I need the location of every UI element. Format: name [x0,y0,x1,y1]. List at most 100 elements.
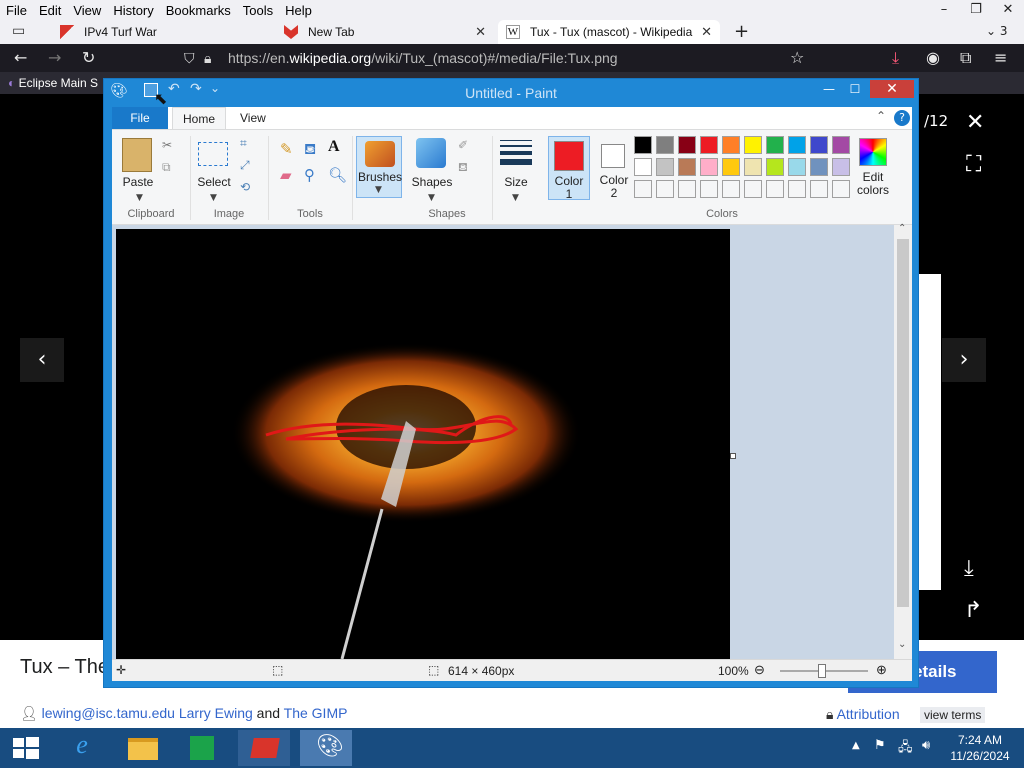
file-explorer-icon[interactable] [116,730,168,766]
menu-edit[interactable]: Edit [33,3,67,18]
menu-tools[interactable]: Tools [237,3,279,18]
magnifier-icon[interactable]: 🔍︎ [328,166,347,184]
lock-icon[interactable]: 🔒︎ [204,46,211,70]
palette-custom-slot[interactable] [810,180,828,198]
tab-new-tab[interactable]: New Tab ✕ [276,20,494,44]
palette-custom-slot[interactable] [722,180,740,198]
palette-swatch[interactable] [788,136,806,154]
menu-help[interactable]: Help [279,3,318,18]
scroll-down-icon[interactable]: ⌄ [898,639,906,650]
palette-custom-slot[interactable] [788,180,806,198]
brushes-button[interactable]: Brushes ▼ [356,136,402,198]
close-window-button[interactable]: ✕ [992,0,1024,20]
clock[interactable]: 7:24 AM 11/26/2024 [940,732,1020,764]
tab-list-button[interactable]: ⌄ 3 [986,24,1008,38]
previous-image-button[interactable]: ‹ [20,338,64,382]
show-hidden-icons[interactable]: ▲ [852,740,860,751]
palette-swatch[interactable] [832,136,850,154]
color-picker-icon[interactable]: ⚲ [304,166,315,184]
bookmark-star-icon[interactable]: ☆ [790,48,804,68]
color2-button[interactable]: Color 2 [594,136,636,200]
share-icon[interactable]: ↱ [964,598,982,623]
outline-icon[interactable]: ✐ [458,138,468,152]
palette-custom-slot[interactable] [700,180,718,198]
app-menu-icon[interactable]: ≡ [994,48,1007,68]
palette-custom-slot[interactable] [656,180,674,198]
store-icon[interactable] [176,730,228,766]
palette-custom-slot[interactable] [634,180,652,198]
palette-custom-slot[interactable] [744,180,762,198]
color1-button[interactable]: Color 1 [548,136,590,201]
taskbar-app-ipv4[interactable] [238,730,290,766]
select-dropdown-icon[interactable]: ▼ [210,193,217,203]
restore-button[interactable]: ❐ [960,0,992,20]
scroll-thumb[interactable] [897,239,909,607]
collapse-ribbon-icon[interactable]: ⌃ [876,109,886,123]
palette-swatch[interactable] [788,158,806,176]
palette-swatch[interactable] [656,136,674,154]
palette-custom-slot[interactable] [832,180,850,198]
home-tab[interactable]: Home [172,107,227,129]
palette-custom-slot[interactable] [766,180,784,198]
edit-colors-icon[interactable] [859,138,887,166]
tab-ipv4[interactable]: IPv4 Turf War [52,20,272,44]
shape-fill-icon[interactable]: ⛾ [458,160,468,176]
palette-swatch[interactable] [744,136,762,154]
palette-swatch[interactable] [832,158,850,176]
minimize-button[interactable]: – [928,0,960,20]
canvas-resize-handle[interactable] [730,453,736,459]
paste-button[interactable]: Paste [116,175,160,189]
menu-history[interactable]: History [107,3,159,18]
extensions-icon[interactable]: ⧉ [960,48,971,68]
tool-link[interactable]: The GIMP [284,705,348,721]
url-bar[interactable]: ⛉ 🔒︎ https://en.wikipedia.org/wiki/Tux_(… [176,46,816,70]
network-icon[interactable]: 🖧︎ [898,738,913,760]
shield-icon[interactable]: ⛉ [184,46,195,70]
crop-icon[interactable]: ⌗ [240,136,247,151]
shapes-dropdown-icon[interactable]: ▼ [428,193,435,203]
zoom-out-icon[interactable]: ⊖ [754,662,765,678]
help-icon[interactable]: ? [894,110,910,126]
palette-swatch[interactable] [634,158,652,176]
file-tab[interactable]: File [112,107,168,129]
drawing-canvas[interactable] [116,229,730,659]
paint-title-bar[interactable]: 🎨︎ ↶ ↷ ⌄ ⬉ Untitled - Paint — ☐ ✕ [104,79,918,108]
close-tab-icon[interactable]: ✕ [475,24,486,40]
new-tab-button[interactable]: + [734,21,749,42]
start-button[interactable] [0,730,52,766]
size-icon[interactable] [500,140,532,165]
select-icon[interactable] [198,142,228,166]
fullscreen-icon[interactable]: ⛶ [966,152,981,177]
palette-swatch[interactable] [810,158,828,176]
palette-swatch[interactable] [634,136,652,154]
menu-bookmarks[interactable]: Bookmarks [160,3,237,18]
menu-file[interactable]: File [0,3,33,18]
taskbar-app-paint[interactable]: 🎨︎ [300,730,352,766]
author-link[interactable]: Larry Ewing [179,705,253,721]
paint-close-button[interactable]: ✕ [870,80,914,98]
menu-view[interactable]: View [67,3,107,18]
shapes-icon[interactable] [416,138,446,168]
shapes-button[interactable]: Shapes [408,175,456,189]
eraser-icon[interactable]: ▰ [280,166,292,184]
paste-dropdown-icon[interactable]: ▼ [136,193,143,203]
palette-swatch[interactable] [656,158,674,176]
view-terms-button[interactable]: view terms [920,707,986,723]
palette-swatch[interactable] [678,158,696,176]
volume-icon[interactable]: 🔊︎ [922,738,930,753]
download-icon[interactable]: ⤓ [892,48,899,68]
forward-icon[interactable]: → [48,48,61,68]
paste-icon[interactable] [122,138,152,172]
text-tool-icon[interactable]: A [328,138,340,156]
resize-icon[interactable]: ⤢ [240,158,250,173]
fill-icon[interactable]: ⛾ [304,140,316,160]
size-button[interactable]: Size [494,175,538,189]
paint-minimize-button[interactable]: — [816,80,842,98]
palette-custom-slot[interactable] [678,180,696,198]
palette-swatch[interactable] [678,136,696,154]
copy-icon[interactable]: ⧉ [162,160,171,175]
edit-colors-button[interactable]: Edit [850,170,896,184]
pencil-icon[interactable]: ✎ [280,140,293,158]
select-button[interactable]: Select [192,175,236,189]
palette-swatch[interactable] [722,136,740,154]
